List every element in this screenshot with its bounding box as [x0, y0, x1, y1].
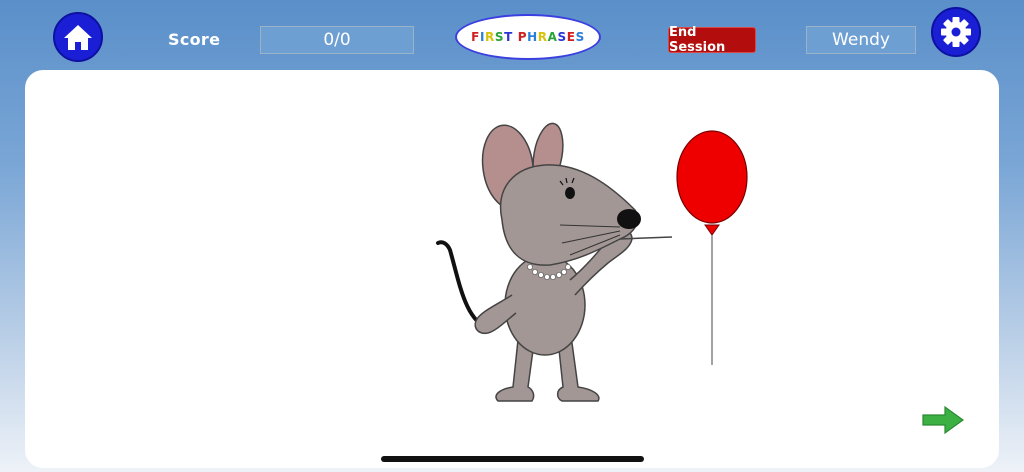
home-indicator-bar: [381, 456, 644, 462]
end-session-button[interactable]: End Session: [668, 25, 756, 55]
gear-icon: [941, 17, 971, 47]
top-bar: Score 0/0 FIRST PHRASES End Session Wend…: [0, 0, 1024, 70]
score-value: 0/0: [260, 26, 414, 54]
mouse-and-balloon-illustration: [436, 122, 748, 402]
settings-button[interactable]: [931, 7, 981, 57]
score-label: Score: [168, 30, 221, 49]
user-name: Wendy: [806, 26, 916, 54]
app-logo: FIRST PHRASES: [455, 14, 601, 60]
content-card: [25, 70, 999, 468]
next-arrow-button[interactable]: [921, 405, 965, 435]
right-arrow-icon: [922, 405, 965, 435]
home-button[interactable]: [53, 12, 103, 62]
home-icon: [64, 25, 92, 50]
logo-text: FIRST PHRASES: [471, 30, 585, 44]
